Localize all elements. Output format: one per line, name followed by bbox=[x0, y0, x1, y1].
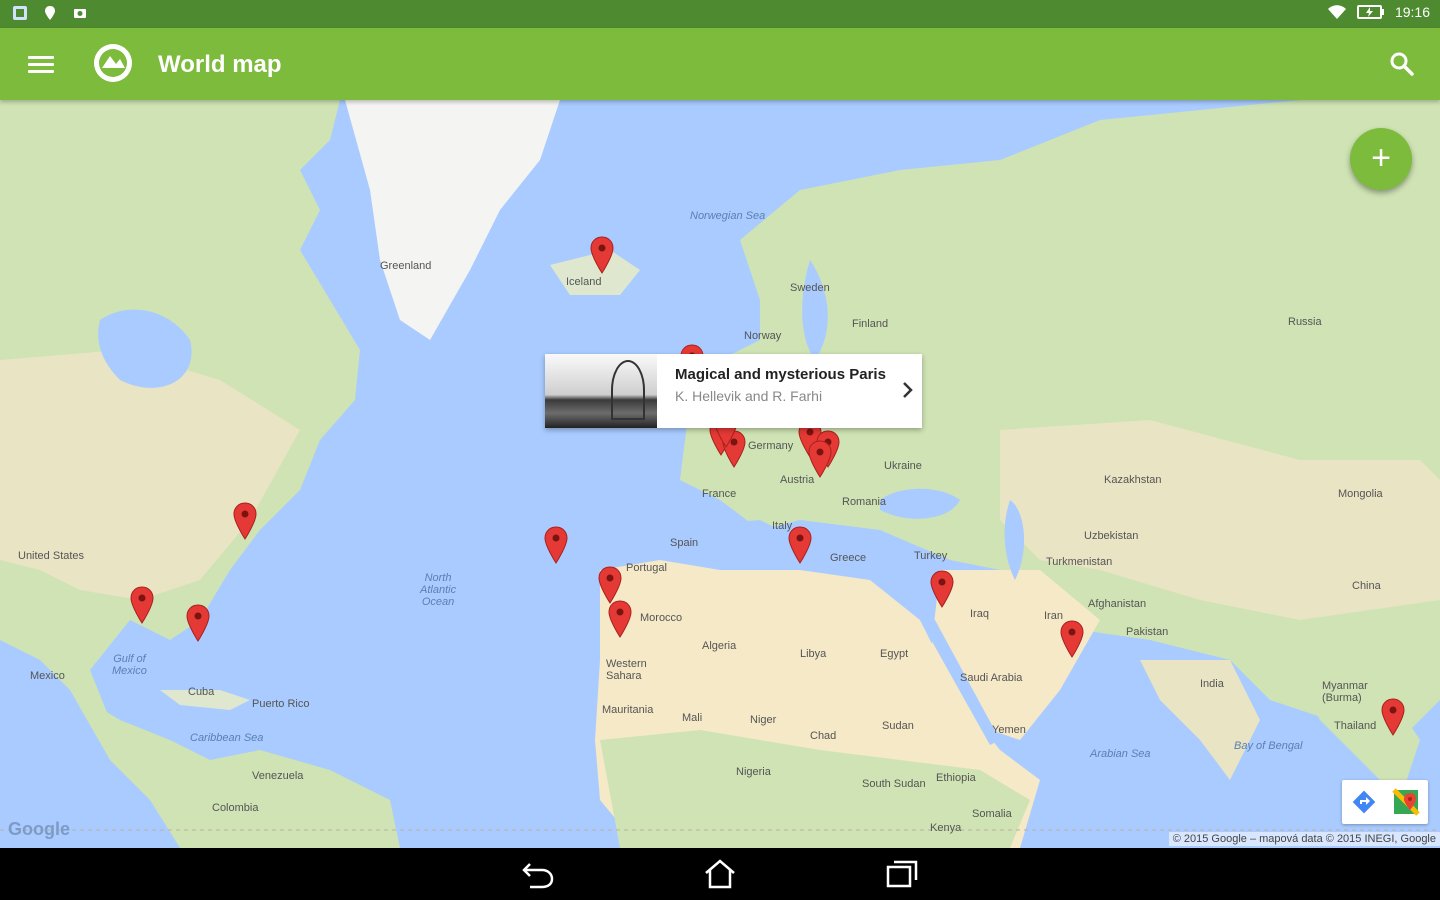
map-marker[interactable] bbox=[607, 600, 633, 638]
map-label: Norwegian Sea bbox=[690, 210, 766, 222]
world-map[interactable]: Greenland Iceland Norwegian Sea Sweden F… bbox=[0, 100, 1440, 848]
battery-icon bbox=[1356, 5, 1384, 19]
photo-icon bbox=[74, 9, 86, 18]
map-marker[interactable] bbox=[1380, 698, 1406, 736]
google-maps-icon[interactable] bbox=[1392, 788, 1420, 816]
map-label: Germany bbox=[748, 440, 794, 452]
map-label: Chad bbox=[810, 730, 837, 742]
map-label: Niger bbox=[750, 714, 777, 726]
map-label: South Sudan bbox=[862, 778, 926, 790]
map-label: Gulf of Mexico bbox=[112, 653, 147, 677]
menu-icon[interactable] bbox=[28, 52, 54, 76]
map-label: France bbox=[702, 488, 737, 500]
map-marker[interactable] bbox=[929, 570, 955, 608]
directions-icon[interactable] bbox=[1350, 788, 1378, 816]
map-marker[interactable] bbox=[1059, 620, 1085, 658]
map-label: North Atlantic Ocean bbox=[420, 572, 457, 608]
info-window-subtitle: K. Hellevik and R. Farhi bbox=[675, 388, 823, 404]
map-label: Pakistan bbox=[1126, 626, 1169, 638]
marker-info-window[interactable]: Magical and mysterious Paris K. Hellevik… bbox=[545, 354, 922, 428]
back-icon[interactable] bbox=[520, 858, 556, 890]
map-label: Iraq bbox=[970, 608, 989, 620]
map-label: Arabian Sea bbox=[1090, 748, 1151, 760]
map-marker[interactable] bbox=[129, 586, 155, 624]
map-label: Nigeria bbox=[736, 766, 771, 778]
map-label: Finland bbox=[852, 318, 889, 330]
map-label: Ethiopia bbox=[936, 772, 976, 784]
navigation-bar bbox=[0, 848, 1440, 900]
map-label: India bbox=[1200, 678, 1224, 690]
wifi-icon bbox=[1327, 5, 1346, 19]
info-window-title: Magical and mysterious Paris bbox=[675, 366, 886, 383]
map-label: Egypt bbox=[880, 648, 909, 660]
map-marker[interactable] bbox=[787, 526, 813, 564]
map-label: Saudi Arabia bbox=[960, 672, 1023, 684]
map-label: Greece bbox=[830, 552, 867, 564]
map-label: Uzbekistan bbox=[1084, 530, 1139, 542]
map-marker[interactable] bbox=[543, 526, 569, 564]
notification-app-icon bbox=[13, 6, 27, 20]
map-label: Puerto Rico bbox=[252, 698, 310, 710]
map-label: Mali bbox=[682, 712, 703, 724]
map-label: Kenya bbox=[930, 822, 962, 834]
map-label: Sudan bbox=[882, 720, 914, 732]
map-label: China bbox=[1352, 580, 1381, 592]
map-label: Caribbean Sea bbox=[190, 732, 264, 744]
map-label: United States bbox=[18, 550, 85, 562]
map-label: Iceland bbox=[566, 276, 602, 288]
map-label: Algeria bbox=[702, 640, 737, 652]
location-icon bbox=[45, 6, 55, 20]
map-label: Colombia bbox=[212, 802, 259, 814]
app-bar: World map bbox=[0, 28, 1440, 100]
map-label: Norway bbox=[744, 330, 782, 342]
map-label: Bay of Bengal bbox=[1234, 740, 1303, 752]
recent-apps-icon[interactable] bbox=[884, 858, 920, 890]
add-icon: + bbox=[1371, 139, 1391, 177]
map-label: Russia bbox=[1288, 316, 1322, 328]
map-label: Western Sahara bbox=[606, 658, 647, 682]
map-label: Ukraine bbox=[884, 460, 922, 472]
map-label: Turkmenistan bbox=[1046, 556, 1113, 568]
map-label: Cuba bbox=[188, 686, 215, 698]
map-marker[interactable] bbox=[185, 604, 211, 642]
map-copyright[interactable]: © 2015 Google – mapová data © 2015 INEGI… bbox=[1168, 832, 1440, 846]
map-label: Kazakhstan bbox=[1104, 474, 1162, 486]
map-marker[interactable] bbox=[597, 566, 623, 604]
map-marker[interactable] bbox=[807, 440, 833, 478]
map-label: Mexico bbox=[30, 670, 65, 682]
map-toolbar bbox=[1342, 780, 1428, 824]
status-bar: 19:16 bbox=[0, 0, 1440, 28]
map-label: Libya bbox=[800, 648, 827, 660]
map-label: Afghanistan bbox=[1088, 598, 1147, 610]
info-window-thumbnail bbox=[545, 354, 657, 428]
map-label: Venezuela bbox=[252, 770, 304, 782]
page-title: World map bbox=[158, 51, 282, 78]
google-logo: Google bbox=[8, 819, 70, 839]
map-label: Spain bbox=[670, 537, 699, 549]
map-marker[interactable] bbox=[589, 236, 615, 274]
map-marker[interactable] bbox=[232, 502, 258, 540]
map-label: Sweden bbox=[790, 282, 830, 294]
add-button[interactable]: + bbox=[1350, 128, 1412, 190]
map-label: Greenland bbox=[380, 260, 432, 272]
map-label: Portugal bbox=[626, 562, 667, 574]
map-label: Yemen bbox=[992, 724, 1026, 736]
search-icon[interactable] bbox=[1388, 50, 1416, 78]
app-logo-icon bbox=[94, 44, 132, 82]
chevron-right-icon[interactable] bbox=[902, 380, 914, 400]
map-label: Mauritania bbox=[602, 704, 654, 716]
map-label: Somalia bbox=[972, 808, 1012, 820]
map-label: Mongolia bbox=[1338, 488, 1383, 500]
map-label: Romania bbox=[842, 496, 887, 508]
map-label: Turkey bbox=[914, 550, 948, 562]
status-time: 19:16 bbox=[1394, 4, 1430, 20]
home-icon[interactable] bbox=[702, 858, 738, 890]
map-label: Morocco bbox=[640, 612, 683, 624]
map-label: Thailand bbox=[1334, 720, 1377, 732]
map-label: Myanmar (Burma) bbox=[1322, 680, 1368, 704]
